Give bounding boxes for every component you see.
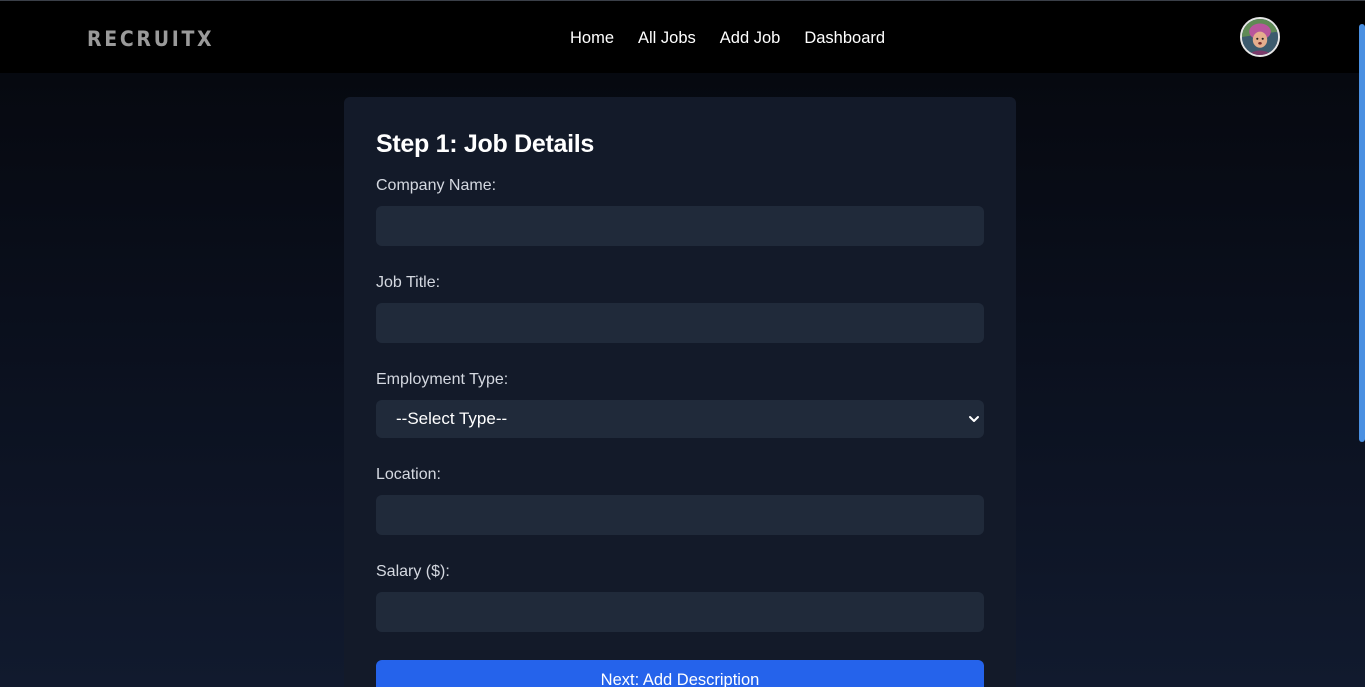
company-name-input[interactable]: [376, 206, 984, 246]
job-title-input[interactable]: [376, 303, 984, 343]
nav-link-dashboard[interactable]: Dashboard: [804, 28, 885, 48]
location-input[interactable]: [376, 495, 984, 535]
nav-link-add-job[interactable]: Add Job: [720, 28, 781, 48]
next-add-description-button[interactable]: Next: Add Description: [376, 660, 984, 687]
main-nav: Home All Jobs Add Job Dashboard: [570, 28, 885, 48]
job-form-card: Step 1: Job Details Company Name: Job Ti…: [344, 97, 1016, 687]
location-label: Location:: [376, 466, 441, 483]
navbar: RECRUITX Home All Jobs Add Job Dashboard: [0, 1, 1365, 73]
brand-logo[interactable]: RECRUITX: [87, 27, 214, 51]
salary-input[interactable]: [376, 592, 984, 632]
avatar-image: [1242, 19, 1278, 55]
form-title: Step 1: Job Details: [376, 130, 594, 158]
nav-link-all-jobs[interactable]: All Jobs: [638, 28, 696, 48]
job-title-label: Job Title:: [376, 274, 441, 291]
scrollbar-thumb[interactable]: [1359, 24, 1365, 442]
employment-type-select[interactable]: --Select Type--: [376, 400, 984, 438]
user-avatar-icon[interactable]: [1240, 17, 1280, 57]
company-name-label: Company Name:: [376, 177, 497, 194]
employment-type-label: Employment Type:: [376, 371, 509, 388]
chevron-down-icon: [969, 416, 979, 422]
salary-label: Salary ($):: [376, 563, 450, 580]
page-scrollbar[interactable]: [1357, 0, 1365, 687]
employment-type-selected-value: --Select Type--: [376, 400, 984, 438]
nav-link-home[interactable]: Home: [570, 28, 614, 48]
